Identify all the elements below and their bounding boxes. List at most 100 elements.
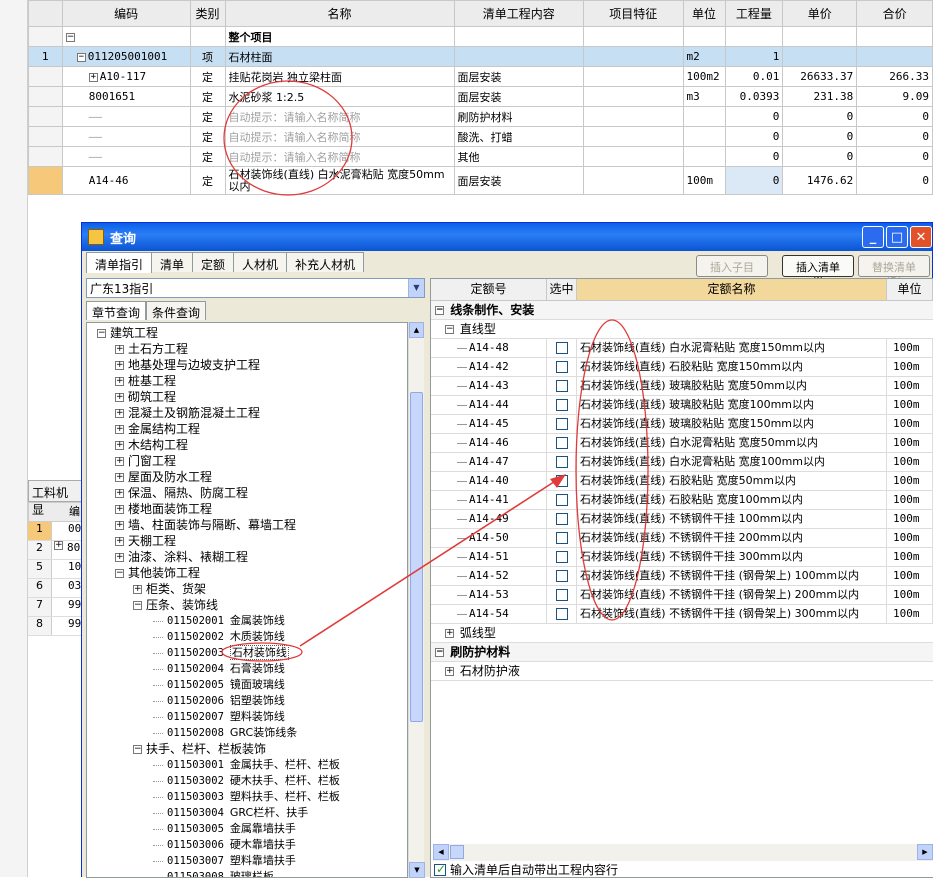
- group-row[interactable]: − 线条制作、安装: [431, 301, 933, 320]
- collapse-icon[interactable]: −: [65, 32, 75, 42]
- select-cell[interactable]: [547, 339, 577, 357]
- table-row[interactable]: A14-46 定石材装饰线(直线) 白水泥膏粘贴 宽度50mm以内 面层安装 100m…: [28, 166, 933, 195]
- tree-node[interactable]: + 保温、隔热、防腐工程: [87, 485, 407, 501]
- col-header[interactable]: 定额号: [431, 279, 547, 300]
- tree-leaf-item[interactable]: 011503001 金属扶手、栏杆、栏板: [87, 757, 407, 773]
- collapse-icon[interactable]: −: [435, 648, 444, 657]
- tree-leaf-item[interactable]: 011503006 硬木靠墙扶手: [87, 837, 407, 853]
- group-row[interactable]: − 刷防护材料: [431, 643, 933, 662]
- horizontal-scrollbar[interactable]: ◀ ▶: [433, 844, 933, 861]
- table-row[interactable]: —— 定自动提示：请输入名称简称 其他 0 0 0: [28, 146, 933, 167]
- content-cell[interactable]: 面层安装: [453, 166, 585, 195]
- collapse-icon[interactable]: −: [133, 745, 142, 754]
- select-cell[interactable]: [547, 434, 577, 452]
- type-cell[interactable]: 定: [189, 126, 226, 147]
- content-cell[interactable]: 面层安装: [453, 86, 585, 107]
- tab-materials[interactable]: 人材机: [233, 252, 288, 272]
- type-cell[interactable]: 定: [189, 146, 226, 167]
- unit-cell[interactable]: [682, 106, 726, 127]
- tab-list-guide[interactable]: 清单指引: [86, 252, 153, 273]
- expand-icon[interactable]: +: [115, 425, 124, 434]
- unit-cell[interactable]: 100m: [682, 166, 726, 195]
- select-cell[interactable]: [547, 510, 577, 528]
- feature-cell[interactable]: [583, 166, 684, 195]
- collapse-icon[interactable]: −: [445, 325, 454, 334]
- code-cell[interactable]: ——: [61, 146, 191, 167]
- content-cell[interactable]: 刷防护材料: [453, 106, 585, 127]
- scroll-thumb[interactable]: [410, 392, 423, 722]
- insert-list-button[interactable]: 插入清单(I): [782, 255, 854, 288]
- type-cell[interactable]: 定: [189, 166, 226, 195]
- select-checkbox[interactable]: [555, 513, 568, 525]
- tree-leaf-item[interactable]: 011502002 木质装饰线: [87, 629, 407, 645]
- expand-icon[interactable]: +: [115, 537, 124, 546]
- col-header[interactable]: 项目特征: [583, 0, 684, 27]
- tab-chapter-query[interactable]: 章节查询: [86, 301, 147, 320]
- price-cell[interactable]: 0: [782, 106, 858, 127]
- auto-content-checkbox[interactable]: ✓: [434, 862, 446, 876]
- collapse-icon[interactable]: −: [115, 569, 124, 578]
- table-row[interactable]: A14-47 石材装饰线(直线) 白水泥膏粘贴 宽度100mm以内 100m: [431, 453, 933, 472]
- code-cell[interactable]: ——: [61, 106, 191, 127]
- total-cell[interactable]: 0: [856, 166, 933, 195]
- col-header[interactable]: 名称: [224, 0, 455, 27]
- select-cell[interactable]: [547, 605, 577, 623]
- tab-quota[interactable]: 定额: [192, 252, 235, 272]
- col-header[interactable]: 类别: [189, 0, 226, 27]
- price-cell[interactable]: 26633.37: [782, 66, 858, 87]
- table-row[interactable]: A14-54 石材装饰线(直线) 不锈钢件干挂 (钢骨架上) 300mm以内 100…: [431, 605, 933, 624]
- expand-icon[interactable]: +: [54, 541, 63, 550]
- qty-cell[interactable]: 0: [724, 146, 784, 167]
- scroll-up-icon[interactable]: ▲: [409, 322, 424, 338]
- code-cell[interactable]: + A10-117: [61, 66, 191, 87]
- code-cell[interactable]: 8001651: [61, 86, 191, 107]
- collapse-icon[interactable]: −: [133, 601, 142, 610]
- subgroup-row[interactable]: + 石材防护液: [431, 662, 933, 681]
- select-cell[interactable]: [547, 358, 577, 376]
- tree-leaf-item[interactable]: 011502006 铝塑装饰线: [87, 693, 407, 709]
- expand-icon[interactable]: +: [115, 441, 124, 450]
- scroll-left-icon[interactable]: ◀: [433, 844, 449, 860]
- expand-icon[interactable]: +: [115, 377, 124, 386]
- expand-icon[interactable]: +: [115, 521, 124, 530]
- content-cell[interactable]: 酸洗、打蜡: [453, 126, 585, 147]
- tree-node[interactable]: + 油漆、涂料、裱糊工程: [87, 549, 407, 565]
- tree-leaf-item[interactable]: 011502001 金属装饰线: [87, 613, 407, 629]
- feature-cell[interactable]: [583, 86, 684, 107]
- tree-node[interactable]: + 门窗工程: [87, 453, 407, 469]
- select-cell[interactable]: [547, 586, 577, 604]
- name-cell[interactable]: 挂贴花岗岩 独立梁柱面: [224, 66, 455, 87]
- tree-scrollbar[interactable]: ▲ ▼: [408, 322, 425, 878]
- select-cell[interactable]: [547, 472, 577, 490]
- unit-cell[interactable]: m2: [682, 46, 726, 67]
- qty-cell[interactable]: 0: [724, 126, 784, 147]
- col-header[interactable]: 合价: [856, 0, 933, 27]
- feature-cell[interactable]: [583, 126, 684, 147]
- list-item[interactable]: 1 00: [28, 522, 83, 541]
- tree-leaf-item[interactable]: 011503005 金属靠墙扶手: [87, 821, 407, 837]
- table-row[interactable]: A14-40 石材装饰线(直线) 石胶粘贴 宽度50mm以内 100m: [431, 472, 933, 491]
- select-checkbox[interactable]: [555, 399, 568, 411]
- content-cell[interactable]: [453, 46, 585, 67]
- select-checkbox[interactable]: [555, 475, 568, 487]
- select-cell[interactable]: [547, 491, 577, 509]
- group-row[interactable]: − 整个项目: [28, 26, 933, 47]
- tree-node[interactable]: + 墙、柱面装饰与隔断、幕墙工程: [87, 517, 407, 533]
- tree-node[interactable]: − 其他装饰工程: [87, 565, 407, 581]
- expand-icon[interactable]: +: [115, 457, 124, 466]
- table-row[interactable]: A14-42 石材装饰线(直线) 石胶粘贴 宽度150mm以内 100m: [431, 358, 933, 377]
- table-row[interactable]: A14-49 石材装饰线(直线) 不锈钢件干挂 100mm以内 100m: [431, 510, 933, 529]
- tab-list[interactable]: 清单: [151, 252, 194, 272]
- feature-cell[interactable]: [583, 106, 684, 127]
- select-checkbox[interactable]: [555, 342, 568, 354]
- tree-leaf-item[interactable]: 011502003 石材装饰线: [87, 645, 407, 661]
- col-header[interactable]: 单位: [682, 0, 726, 27]
- tab-condition-query[interactable]: 条件查询: [146, 301, 207, 320]
- tree-node[interactable]: + 楼地面装饰工程: [87, 501, 407, 517]
- tree-node[interactable]: − 建筑工程: [87, 325, 407, 341]
- table-row[interactable]: —— 定自动提示：请输入名称简称 酸洗、打蜡 0 0 0: [28, 126, 933, 147]
- feature-cell[interactable]: [583, 146, 684, 167]
- select-cell[interactable]: [547, 529, 577, 547]
- type-cell[interactable]: 定: [189, 106, 226, 127]
- select-checkbox[interactable]: [555, 494, 568, 506]
